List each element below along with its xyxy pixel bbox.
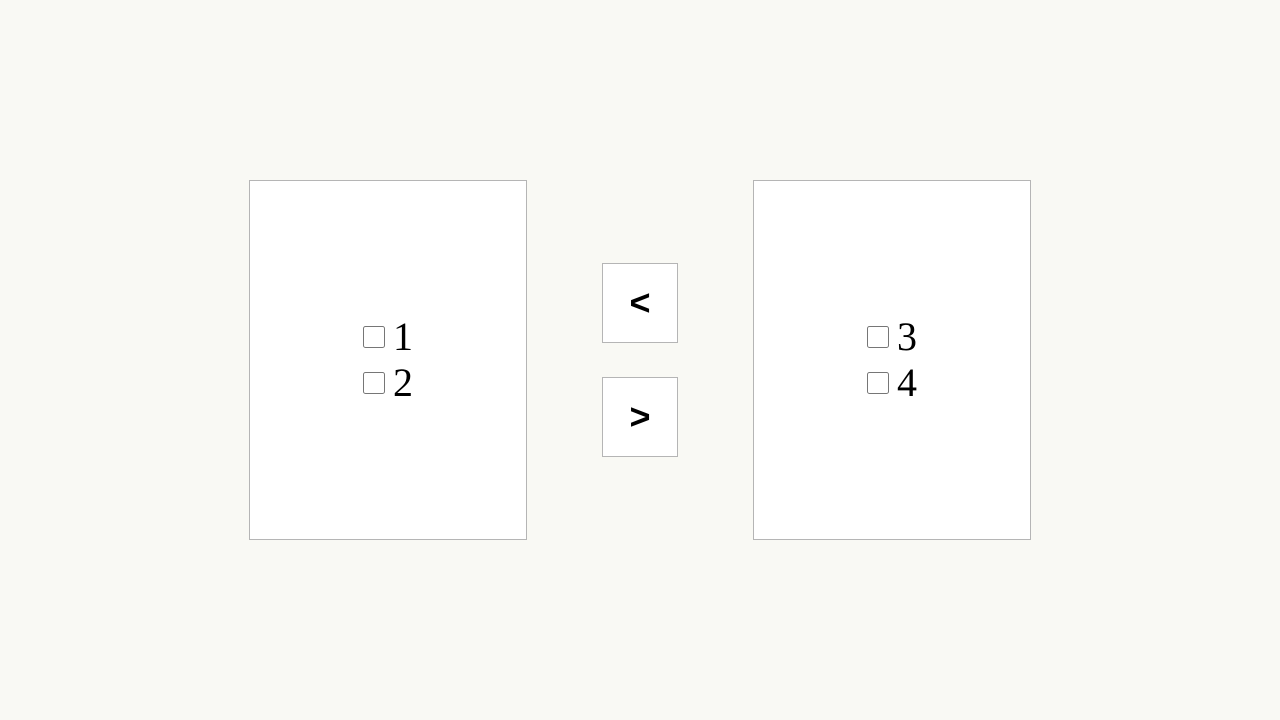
item-checkbox-1[interactable]	[363, 326, 385, 348]
transfer-buttons: < >	[602, 263, 678, 457]
list-item: 2	[363, 360, 413, 406]
item-checkbox-4[interactable]	[867, 372, 889, 394]
item-label: 1	[393, 314, 413, 360]
move-right-button[interactable]: >	[602, 377, 678, 457]
right-panel: 3 4	[753, 180, 1031, 540]
item-checkbox-2[interactable]	[363, 372, 385, 394]
left-panel: 1 2	[249, 180, 527, 540]
list-item: 4	[867, 360, 917, 406]
chevron-right-icon: >	[629, 396, 650, 438]
transfer-list-container: 1 2 < > 3 4	[249, 180, 1031, 540]
item-label: 4	[897, 360, 917, 406]
list-item: 3	[867, 314, 917, 360]
item-checkbox-3[interactable]	[867, 326, 889, 348]
item-label: 3	[897, 314, 917, 360]
chevron-left-icon: <	[629, 282, 650, 324]
move-left-button[interactable]: <	[602, 263, 678, 343]
list-item: 1	[363, 314, 413, 360]
item-label: 2	[393, 360, 413, 406]
